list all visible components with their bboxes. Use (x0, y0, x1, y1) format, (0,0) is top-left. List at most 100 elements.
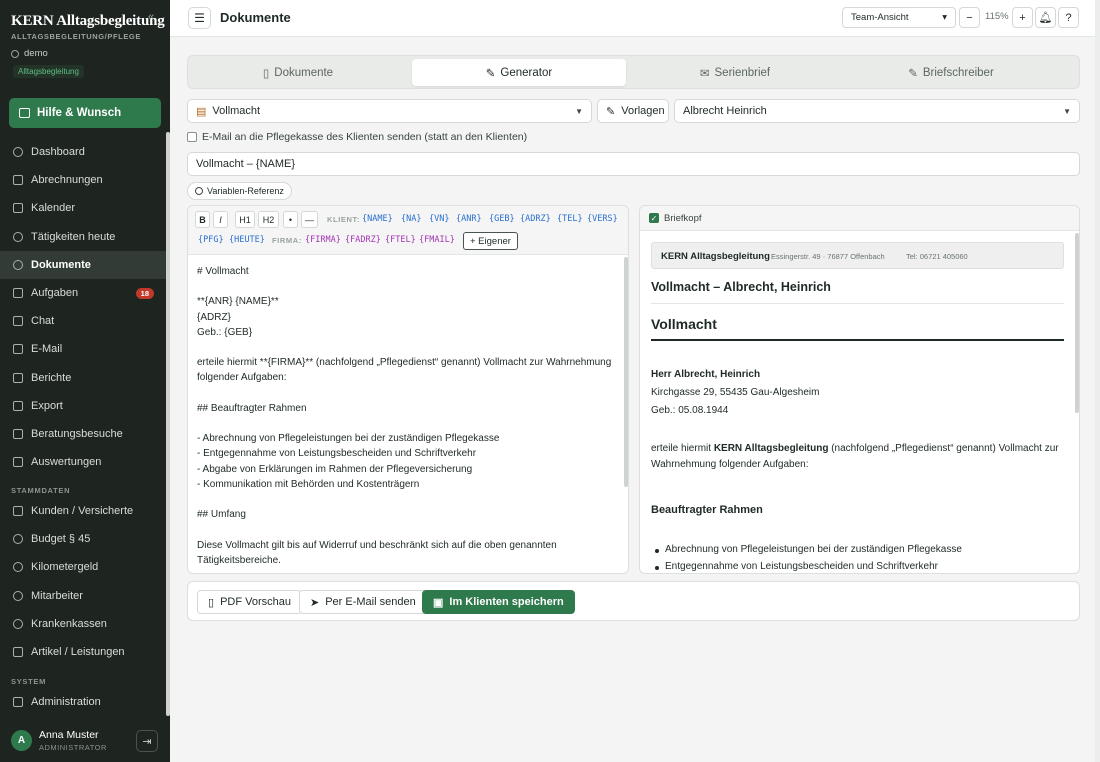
zoom-out-button[interactable]: − (959, 7, 980, 28)
send-icon: ➤ (310, 596, 320, 609)
chevron-down-icon: ▾ (942, 12, 947, 23)
send-to-insurer-option[interactable]: E-Mail an die Pflegekasse des Klienten s… (187, 131, 527, 143)
bell-icon: 🔔︎ (1038, 12, 1053, 24)
help-button[interactable]: ? (1058, 7, 1079, 28)
var-pfg[interactable]: {PFG} (198, 235, 224, 245)
avatar[interactable]: A (11, 730, 32, 751)
sidebar-scrollbar[interactable] (166, 132, 170, 716)
editor-scrollbar[interactable] (624, 257, 628, 487)
template-select[interactable]: ▤ Vollmacht ▼ (187, 99, 592, 123)
sidebar-item-auswertungen[interactable]: Auswertungen (0, 448, 166, 476)
editor-line: # Vollmacht (197, 266, 249, 277)
edit-icon: ✎ (606, 105, 616, 118)
var-ftel[interactable]: {FTEL} (385, 235, 416, 245)
var-anr[interactable]: {ANR} (456, 214, 482, 224)
var-name[interactable]: {NAME} (362, 214, 393, 224)
editor-line: Geb.: {GEB} (197, 326, 253, 338)
budget-45-icon (13, 534, 23, 545)
subject-input[interactable]: Vollmacht – {NAME} (187, 152, 1080, 176)
page-scrollbar[interactable] (1095, 0, 1100, 762)
tenant-switcher[interactable]: demo (11, 48, 48, 59)
editor-line: ## Beauftragter Rahmen (197, 402, 307, 414)
list-item: Abrechnung von Pflegeleistungen bei der … (655, 544, 962, 555)
var-vers[interactable]: {VERS} (587, 214, 618, 224)
sidebar-item-berichte[interactable]: Berichte (0, 364, 166, 392)
letterhead-toggle[interactable]: ✓ Briefkopf (640, 206, 1079, 231)
send-email-label: Per E-Mail senden (325, 596, 416, 608)
sidebar-item-aufgaben[interactable]: Aufgaben 18 (0, 279, 166, 307)
var-vn[interactable]: {VN} (429, 214, 449, 224)
preview-heading: Vollmacht (651, 316, 717, 332)
templates-button[interactable]: ✎ Vorlagen (597, 99, 669, 123)
var-na[interactable]: {NA} (401, 214, 421, 224)
var-fadrz[interactable]: {FADRZ} (345, 235, 381, 245)
sidebar-item-kalender[interactable]: Kalender (0, 194, 166, 222)
chevron-down-icon: ▼ (1063, 106, 1071, 116)
view-select[interactable]: Team-Ansicht ▾ (842, 7, 956, 28)
notifications-button[interactable]: 🔔︎ (1035, 7, 1056, 28)
sidebar-item-beratungsbesuche[interactable]: Beratungsbesuche (0, 420, 166, 448)
sidebar-item-krankenkassen[interactable]: Krankenkassen (0, 610, 166, 638)
var-fmail[interactable]: {FMAIL} (419, 235, 455, 245)
bullet-list-button[interactable]: • (283, 211, 298, 228)
sidebar-item-kunden-versicherte[interactable]: Kunden / Versicherte (0, 497, 166, 525)
sidebar-item-chat[interactable]: Chat (0, 307, 166, 335)
sidebar-item-dokumente[interactable]: Dokumente (0, 250, 166, 279)
letterhead-checkbox[interactable]: ✓ (649, 213, 659, 223)
preview-scrollbar[interactable] (1075, 233, 1079, 413)
editor-toolbar: B I H1 H2 • — KLIENT: {NAME} {NA} {VN} {… (188, 206, 628, 255)
var-tel[interactable]: {TEL} (557, 214, 583, 224)
tab-serienbrief[interactable]: ✉ Serienbrief (628, 59, 842, 86)
sidebar-item-abrechnungen[interactable]: Abrechnungen (0, 166, 166, 194)
preview-paragraph: erteile hiermit KERN Alltagsbegleitung (… (651, 441, 1061, 473)
horizontal-rule-button[interactable]: — (301, 211, 318, 228)
add-custom-variable-button[interactable]: + Eigener (463, 232, 518, 250)
client-select[interactable]: Albrecht Heinrich ▼ (674, 99, 1080, 123)
krankenkassen-icon (13, 618, 23, 629)
logout-button[interactable]: ⇥ (136, 730, 158, 752)
sidebar-item-tätigkeiten-heute[interactable]: Tätigkeiten heute (0, 223, 166, 251)
send-to-insurer-checkbox[interactable] (187, 132, 197, 142)
sidebar-item-dashboard[interactable]: Dashboard (0, 138, 166, 166)
var-firma[interactable]: {FIRMA} (305, 235, 341, 245)
save-to-client-button[interactable]: ▣ Im Klienten speichern (422, 590, 575, 614)
zoom-in-button[interactable]: + (1012, 7, 1033, 28)
editor-line: - Kommunikation mit Behörden und Kostent… (197, 478, 420, 490)
variable-reference-button[interactable]: Variablen-Referenz (187, 182, 292, 200)
tenant-label: demo (24, 48, 48, 59)
sidebar-item-kilometergeld[interactable]: Kilometergeld (0, 553, 166, 581)
h2-button[interactable]: H2 (258, 211, 279, 228)
mitarbeiter-icon (13, 590, 23, 601)
sidebar-item-mitarbeiter[interactable]: Mitarbeiter (0, 582, 166, 610)
help-wish-button[interactable]: Hilfe & Wunsch (9, 98, 161, 128)
h1-button[interactable]: H1 (235, 211, 255, 228)
tab-generator[interactable]: ✎ Generator (412, 59, 626, 86)
editor-line: {ADRZ} (197, 311, 231, 323)
var-adrz[interactable]: {ADRZ} (520, 214, 551, 224)
editor-textarea[interactable]: # Vollmacht **{ANR} {NAME}** {ADRZ} Geb.: {… (197, 264, 617, 568)
collapse-sidebar-icon[interactable]: « (148, 11, 154, 23)
tab-briefschreiber[interactable]: ✎ Briefschreiber (844, 59, 1058, 86)
sidebar-item-label: Aufgaben (31, 287, 79, 299)
sidebar-item-administration[interactable]: Administration (0, 688, 166, 716)
sidebar-item-artikel-leistungen[interactable]: Artikel / Leistungen (0, 638, 166, 666)
var-heute[interactable]: {HEUTE} (229, 235, 265, 245)
send-email-button[interactable]: ➤ Per E-Mail senden (299, 590, 427, 614)
var-geb[interactable]: {GEB} (489, 214, 515, 224)
preview-subheading: Beauftragter Rahmen (651, 504, 763, 516)
divider (651, 303, 1064, 304)
templates-label: Vorlagen (621, 105, 665, 117)
editor-line: Diese Vollmacht gilt bis auf Widerruf un… (197, 539, 557, 551)
italic-button[interactable]: I (213, 211, 228, 228)
bold-button[interactable]: B (195, 211, 210, 228)
sidebar-item-e-mail[interactable]: E-Mail (0, 335, 166, 363)
tab-dokumente[interactable]: ▯ Dokumente (191, 59, 405, 86)
chat-bubble-icon (19, 108, 30, 118)
edit-icon: ✎ (908, 67, 918, 80)
sidebar-item-budget-45[interactable]: Budget § 45 (0, 525, 166, 553)
sidebar-item-export[interactable]: Export (0, 392, 166, 420)
menu-toggle-button[interactable]: ☰ (188, 7, 211, 29)
section-system: SYSTEM (11, 677, 47, 686)
pdf-preview-button[interactable]: ▯ PDF Vorschau (197, 590, 302, 614)
